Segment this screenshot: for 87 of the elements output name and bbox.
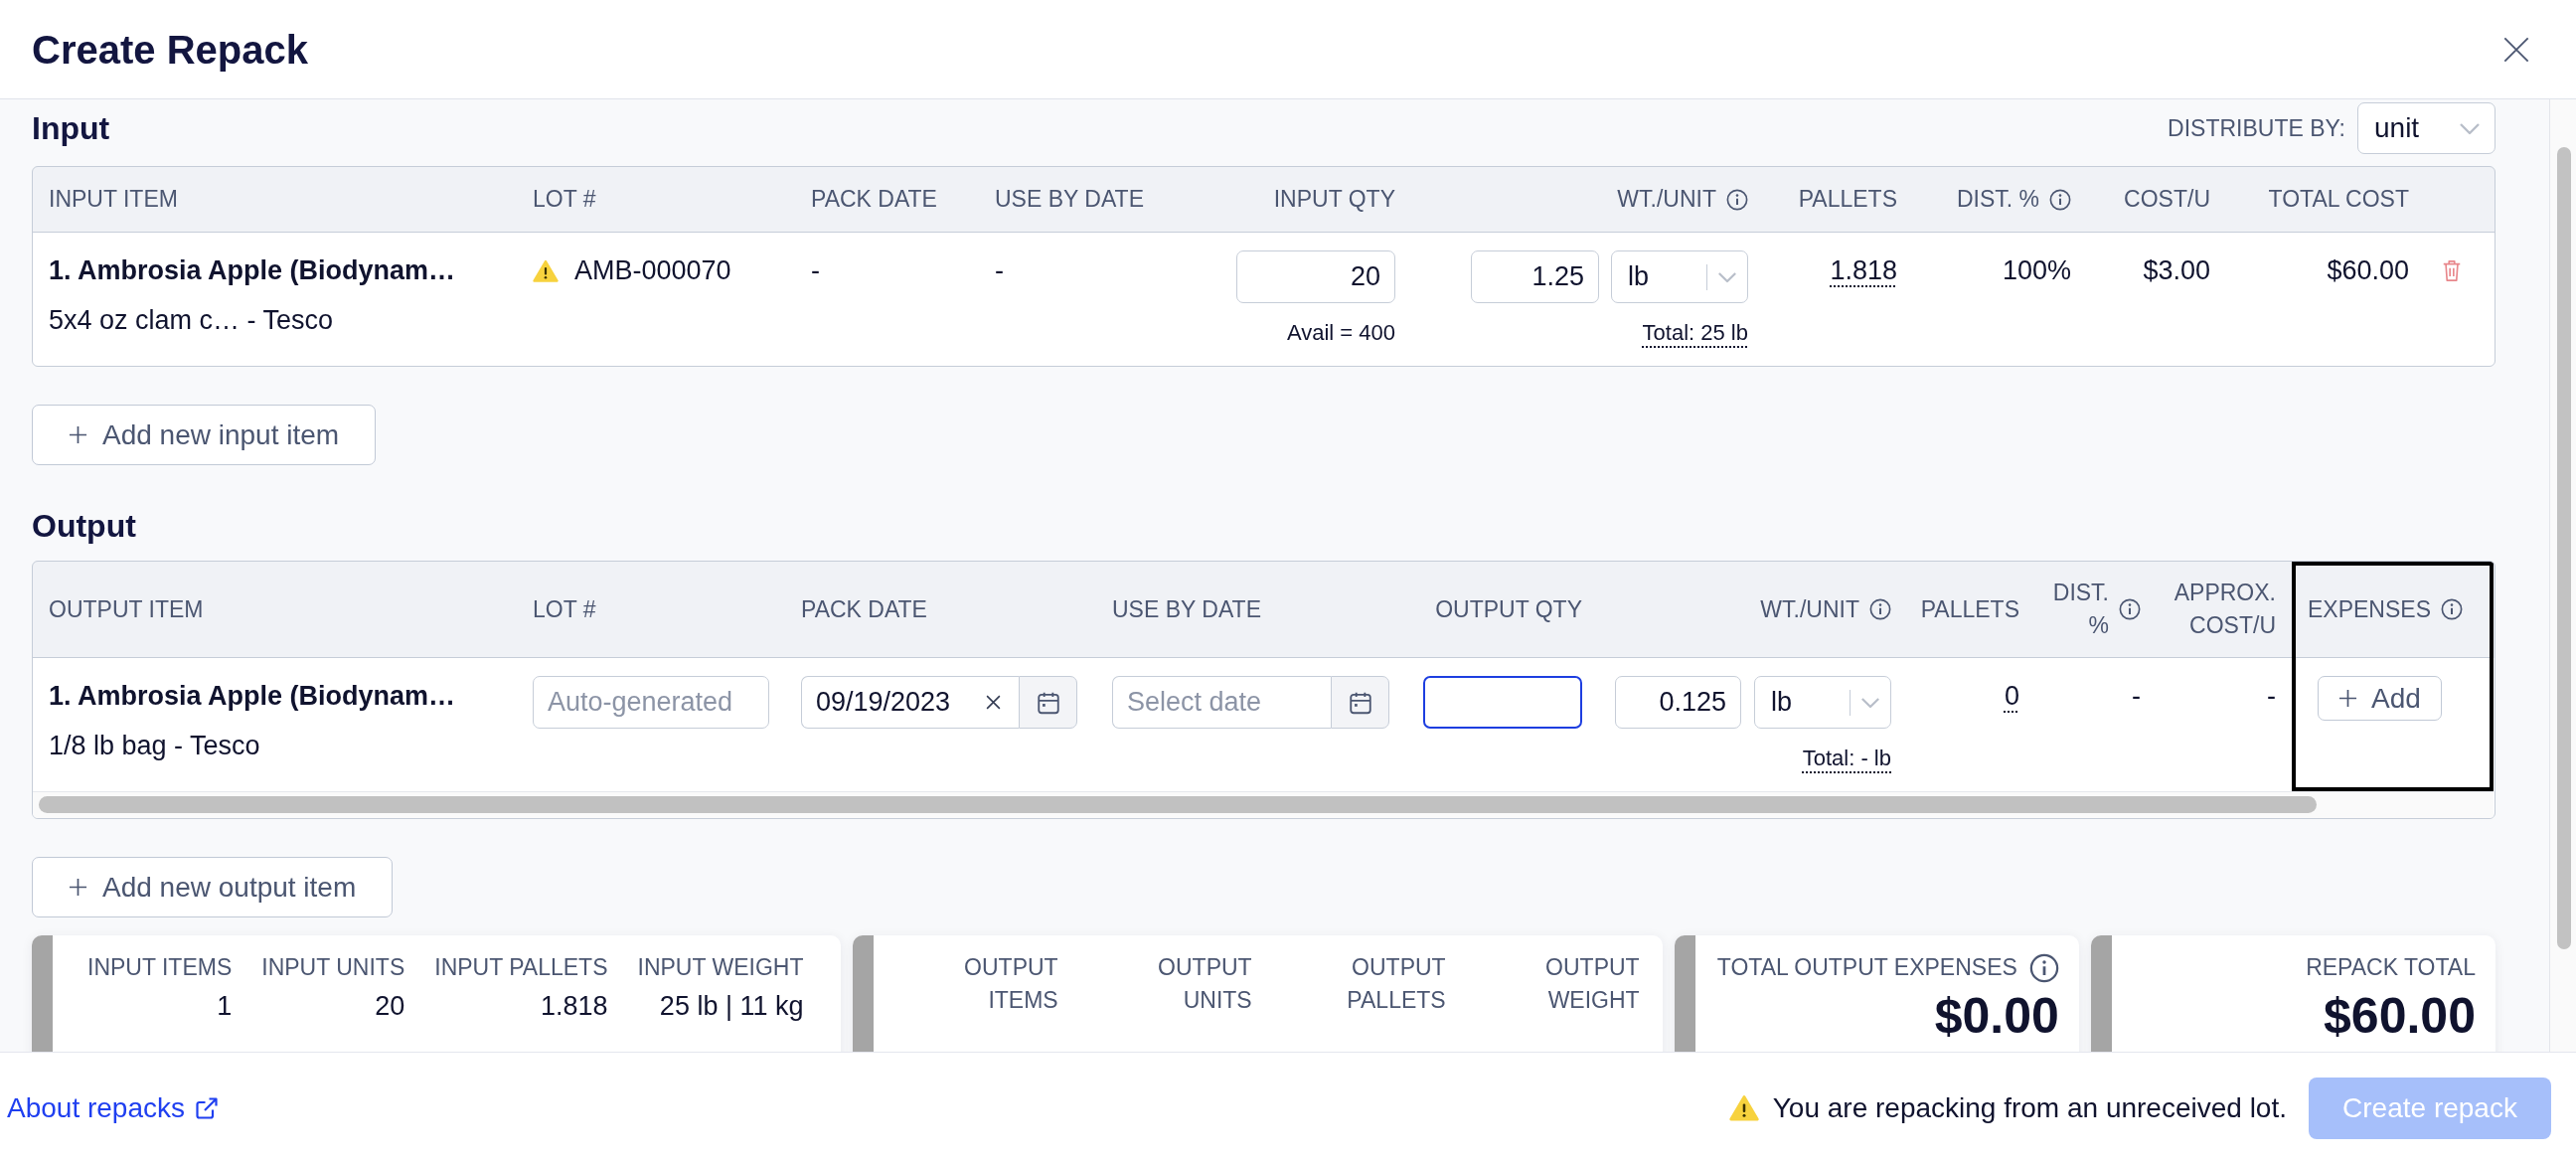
pallets-value: 1.818 <box>1830 254 1897 287</box>
column-header: INPUT ITEM <box>49 185 178 214</box>
plus-icon <box>69 425 87 444</box>
column-header: WT./UNIT <box>1617 185 1716 214</box>
total-amount: $60.00 <box>2324 990 2476 1042</box>
item-description: 5x4 oz clam c… - Tesco <box>49 304 334 337</box>
stat-value: 1 <box>216 990 233 1023</box>
column-header: WT./UNIT <box>1760 594 1859 624</box>
about-repacks-link[interactable]: About repacks <box>7 1086 219 1129</box>
pallets-value: 0 <box>2004 680 2019 713</box>
stat-label: OUTPUT ITEMS <box>963 953 1058 1015</box>
column-header: PACK DATE <box>811 185 937 214</box>
scrollbar-thumb[interactable] <box>2557 147 2571 949</box>
plus-icon <box>69 878 87 897</box>
chevron-down-icon <box>1860 696 1880 709</box>
column-header: DIST. % <box>1956 185 2039 214</box>
dialog-title: Create Repack <box>32 26 308 74</box>
stat-label: OUTPUT WEIGHT <box>1544 953 1640 1015</box>
column-header: DIST. % <box>2051 579 2109 640</box>
plus-icon <box>2338 689 2357 708</box>
total-cost: $60.00 <box>2327 254 2409 287</box>
total-label: TOTAL OUTPUT EXPENSES <box>1716 953 2017 982</box>
column-header: OUTPUT ITEM <box>49 594 204 624</box>
trash-icon[interactable] <box>2441 258 2463 282</box>
distribution-percent: 100% <box>2002 254 2071 287</box>
stat-label: OUTPUT UNITS <box>1157 953 1252 1015</box>
item-name: 1. Ambrosia Apple (Biodynam… <box>49 254 456 287</box>
lot-number-input[interactable]: Auto-generated <box>533 676 769 729</box>
stat-label: INPUT PALLETS <box>434 953 608 982</box>
quantity-input[interactable] <box>1423 676 1582 729</box>
distribution-percent: - <box>2132 680 2141 713</box>
total-weight: Total: - lb <box>1802 745 1891 772</box>
total-weight: Total: 25 lb <box>1642 319 1748 347</box>
column-header: INPUT QTY <box>1273 185 1395 214</box>
column-header: PACK DATE <box>801 594 927 624</box>
calendar-button[interactable] <box>1331 676 1389 729</box>
use-by-date: - <box>995 254 1004 287</box>
total-amount: $0.00 <box>1934 990 2059 1042</box>
lot-number: AMB-000070 <box>574 254 731 287</box>
stat-value: 20 <box>374 990 405 1023</box>
scrollbar-thumb[interactable] <box>39 796 2317 813</box>
column-header: USE BY DATE <box>1112 594 1261 624</box>
warning-icon <box>1728 1094 1759 1121</box>
item-name: 1. Ambrosia Apple (Biodynam… <box>49 680 456 713</box>
stat-value: 25 lb | 11 kg <box>658 990 804 1023</box>
stat-label: INPUT UNITS <box>261 953 405 982</box>
weight-input[interactable]: 1.25 <box>1471 250 1599 303</box>
item-description: 1/8 lb bag - Tesco <box>49 730 260 762</box>
chevron-down-icon <box>1717 270 1737 283</box>
approx-cost-per-unit: - <box>2267 680 2276 713</box>
column-header: TOTAL COST <box>2268 185 2409 214</box>
chevron-down-icon <box>2459 121 2481 135</box>
total-label: REPACK TOTAL <box>2306 953 2476 982</box>
add-output-item-button[interactable]: Add new output item <box>32 857 394 917</box>
section-heading: Output <box>32 507 136 546</box>
column-header: APPROX. COST/U <box>2173 579 2276 640</box>
add-expense-button[interactable]: Add <box>2318 676 2442 721</box>
weight-input[interactable]: 0.125 <box>1615 676 1741 729</box>
column-header: USE BY DATE <box>995 185 1144 214</box>
column-header: COST/U <box>2124 185 2210 214</box>
column-header: PALLETS <box>1920 594 2019 624</box>
measure-select[interactable]: lb <box>1754 676 1891 729</box>
column-header: EXPENSES <box>2308 594 2431 624</box>
warning-message: You are repacking from an unreceived lot. <box>1772 1090 2287 1125</box>
column-header: OUTPUT QTY <box>1435 594 1582 624</box>
add-input-item-button[interactable]: Add new input item <box>32 405 377 465</box>
stat-label: INPUT WEIGHT <box>637 953 804 982</box>
column-header: PALLETS <box>1798 185 1897 214</box>
available-quantity: Avail = 400 <box>1286 319 1395 347</box>
column-header: LOT # <box>533 594 596 624</box>
stat-label: INPUT ITEMS <box>87 953 233 982</box>
stat-label: OUTPUT PALLETS <box>1346 953 1446 1015</box>
clear-icon[interactable] <box>985 694 1002 711</box>
cost-per-unit: $3.00 <box>2143 254 2210 287</box>
distribute-by-select[interactable]: unit <box>2357 102 2496 154</box>
pack-date: - <box>811 254 820 287</box>
stat-value: 1.818 <box>539 990 608 1023</box>
column-header: LOT # <box>533 185 596 214</box>
distribute-by-label: DISTRIBUTE BY: <box>2168 113 2345 143</box>
measure-select[interactable]: lb <box>1611 250 1748 303</box>
close-icon[interactable] <box>2502 35 2530 64</box>
date-input[interactable]: 09/19/2023 <box>801 676 1019 729</box>
section-heading: Input <box>32 109 110 148</box>
quantity-input[interactable]: 20 <box>1236 250 1395 303</box>
date-input[interactable]: Select date <box>1112 676 1331 729</box>
external-link-icon <box>195 1095 219 1120</box>
calendar-button[interactable] <box>1019 676 1077 729</box>
